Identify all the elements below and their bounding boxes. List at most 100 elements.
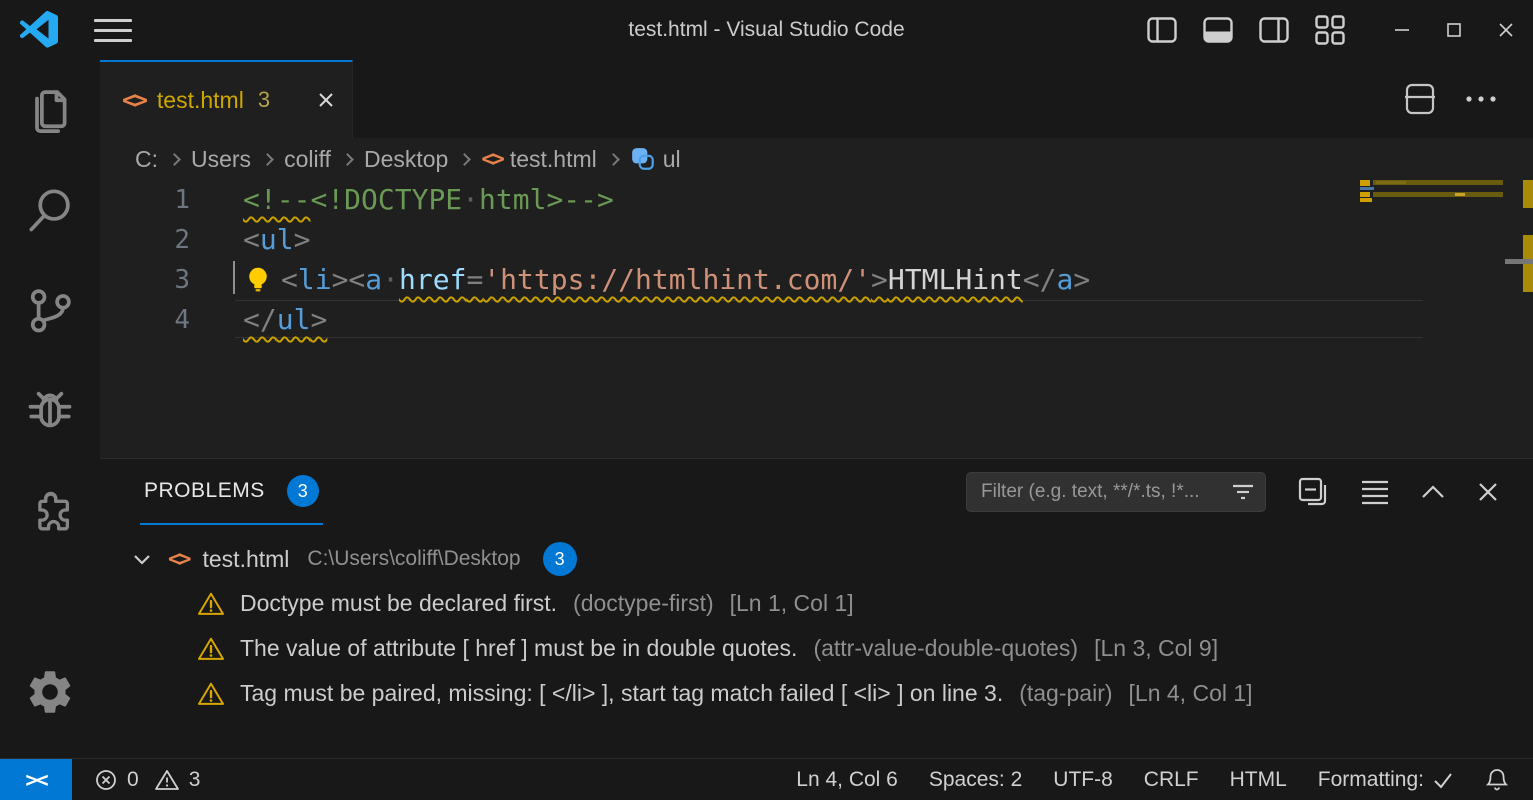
editor-actions	[1405, 60, 1533, 138]
eol-sequence[interactable]: CRLF	[1144, 768, 1199, 792]
filter-icon[interactable]	[1231, 482, 1255, 502]
chevron-right-icon	[458, 153, 471, 166]
breadcrumb-item[interactable]: Desktop	[364, 146, 448, 173]
toggle-primary-sidebar-icon[interactable]	[1147, 17, 1177, 43]
warning-icon	[196, 635, 226, 663]
lightbulb-icon[interactable]	[243, 264, 273, 294]
maximize-icon[interactable]	[1445, 21, 1463, 39]
code-line[interactable]: 4</ul>	[100, 300, 1533, 340]
sidebar-item-run-debug[interactable]	[0, 360, 100, 460]
sidebar-item-search[interactable]	[0, 160, 100, 260]
chevron-right-icon	[168, 153, 181, 166]
sidebar-item-source-control[interactable]	[0, 260, 100, 360]
tab-label: test.html	[157, 87, 244, 114]
close-window-icon[interactable]	[1497, 21, 1515, 39]
view-as-list-icon[interactable]	[1360, 479, 1390, 505]
breadcrumb-symbol[interactable]: ul	[663, 146, 681, 173]
minimap-line1-text	[1376, 181, 1406, 184]
problems-list: Doctype must be declared first. (doctype…	[100, 581, 1533, 716]
check-icon	[1432, 770, 1454, 790]
problems-file-name: test.html	[203, 546, 290, 573]
file-problems-badge: 3	[543, 542, 577, 576]
customize-layout-icon[interactable]	[1315, 15, 1345, 45]
problems-status[interactable]: 0 3	[94, 768, 200, 792]
breadcrumb-item[interactable]: C:	[135, 146, 158, 173]
text-cursor	[233, 261, 235, 294]
problem-row[interactable]: The value of attribute [ href ] must be …	[100, 626, 1533, 671]
collapse-all-icon[interactable]	[1296, 475, 1330, 509]
line-number: 2	[100, 220, 190, 260]
remote-indicator[interactable]: ><	[0, 759, 72, 800]
minimize-icon[interactable]	[1393, 21, 1411, 39]
chevron-down-icon	[130, 547, 154, 571]
sidebar-item-extensions[interactable]	[0, 460, 100, 560]
more-actions-icon[interactable]	[1465, 95, 1497, 103]
chevron-right-icon	[261, 153, 274, 166]
problem-row[interactable]: Doctype must be declared first. (doctype…	[100, 581, 1533, 626]
problem-code: (doctype-first)	[573, 590, 714, 617]
panel-actions	[966, 472, 1533, 512]
line-content: <ul>	[190, 220, 310, 260]
chevron-right-icon	[607, 153, 620, 166]
extensions-puzzle-icon	[24, 484, 76, 536]
line-number: 3	[100, 260, 190, 300]
toggle-panel-icon[interactable]	[1203, 17, 1233, 43]
minimap-warning-mark	[1360, 192, 1370, 197]
ruler-warning-mark	[1523, 180, 1533, 208]
status-bar: >< 0 3 Ln 4, Col 6 Spaces: 2 UTF-8 CRLF …	[0, 758, 1533, 800]
cursor-position[interactable]: Ln 4, Col 6	[796, 768, 898, 792]
encoding[interactable]: UTF-8	[1053, 768, 1113, 792]
bell-icon[interactable]	[1485, 767, 1509, 793]
problem-code: (attr-value-double-quotes)	[813, 635, 1078, 662]
panel-header: PROBLEMS 3	[100, 459, 1533, 525]
split-editor-icon[interactable]	[1405, 83, 1435, 115]
search-icon	[24, 184, 76, 236]
symbol-field-icon	[630, 146, 656, 172]
bug-icon	[24, 384, 76, 436]
problem-position: [Ln 1, Col 1]	[730, 590, 854, 617]
problems-file-row[interactable]: <> test.html C:\Users\coliff\Desktop 3	[100, 537, 1533, 581]
source-control-icon	[24, 284, 76, 336]
close-icon[interactable]	[316, 90, 336, 110]
problems-panel: PROBLEMS 3	[100, 458, 1533, 758]
breadcrumb-file[interactable]: test.html	[510, 146, 597, 173]
breadcrumb-item[interactable]: coliff	[284, 146, 331, 173]
window-title: test.html - Visual Studio Code	[628, 18, 904, 42]
line-content: </ul>	[190, 300, 327, 340]
title-bar: test.html - Visual Studio Code	[0, 0, 1533, 60]
code-line[interactable]: 1<!--<!DOCTYPE·html>-->	[100, 180, 1533, 220]
problems-count-badge: 3	[287, 475, 319, 507]
breadcrumb: C:UserscoliffDesktop <> test.html ul	[100, 138, 1533, 180]
minimap-line3-accent	[1455, 193, 1465, 196]
line-content: <li><a·href='https://htmlhint.com/'>HTML…	[190, 260, 1090, 300]
code-line[interactable]: 2<ul>	[100, 220, 1533, 260]
toggle-secondary-sidebar-icon[interactable]	[1259, 17, 1289, 43]
gear-icon	[24, 666, 76, 718]
maximize-panel-icon[interactable]	[1420, 484, 1446, 500]
tab-test-html[interactable]: <> test.html 3	[100, 60, 353, 138]
problem-message: Tag must be paired, missing: [ </li> ], …	[240, 680, 1003, 707]
formatting-status[interactable]: Formatting:	[1318, 768, 1454, 792]
breadcrumb-item[interactable]: Users	[191, 146, 251, 173]
line-content: <!--<!DOCTYPE·html>-->	[190, 180, 614, 220]
language-mode[interactable]: HTML	[1230, 768, 1287, 792]
problems-filter-box[interactable]	[966, 472, 1266, 512]
close-panel-icon[interactable]	[1476, 480, 1500, 504]
menu-icon[interactable]	[94, 19, 132, 42]
warning-icon	[196, 590, 226, 618]
problem-position: [Ln 3, Col 9]	[1094, 635, 1218, 662]
tab-problems[interactable]: PROBLEMS 3	[140, 459, 323, 525]
indentation[interactable]: Spaces: 2	[929, 768, 1022, 792]
filter-input[interactable]	[981, 481, 1231, 503]
problem-row[interactable]: Tag must be paired, missing: [ </li> ], …	[100, 671, 1533, 716]
warning-icon	[196, 680, 226, 708]
minimap[interactable]	[1360, 180, 1505, 458]
problem-message: Doctype must be declared first.	[240, 590, 557, 617]
sidebar-item-explorer[interactable]	[0, 60, 100, 160]
sidebar-item-manage[interactable]	[0, 642, 100, 742]
code-editor[interactable]: 1<!--<!DOCTYPE·html>-->2<ul>3 <li><a·hre…	[100, 180, 1533, 458]
formatting-label: Formatting:	[1318, 768, 1424, 792]
tab-bar: <> test.html 3	[100, 60, 1533, 138]
code-line[interactable]: 3 <li><a·href='https://htmlhint.com/'>HT…	[100, 260, 1533, 300]
minimap-line4	[1360, 198, 1372, 202]
